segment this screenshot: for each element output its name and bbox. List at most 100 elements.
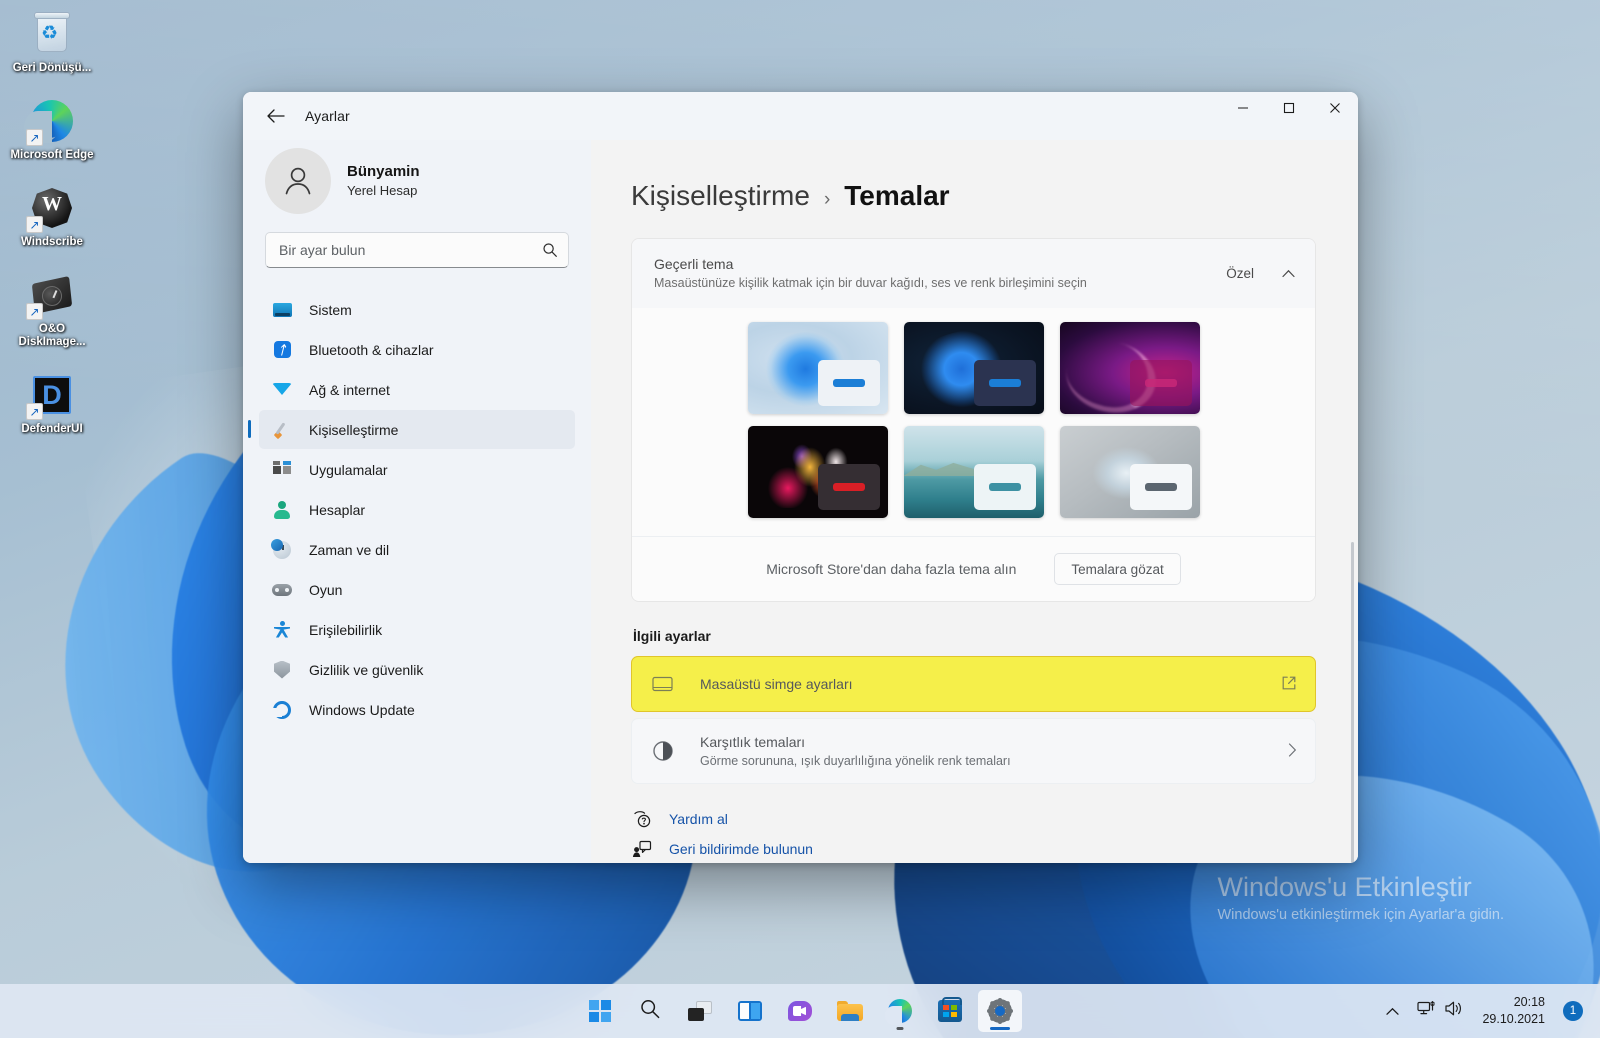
recycle-bin-icon: ♻ [28,10,76,58]
search-icon[interactable] [537,237,563,263]
settings-main: Kişiselleştirme › Temalar Geçerli tema M… [591,140,1358,863]
tray-notification-button[interactable]: 1 [1556,991,1590,1031]
person-icon [271,499,293,521]
current-theme-header[interactable]: Geçerli tema Masaüstünüze kişilik katmak… [632,239,1315,308]
desktop-icon-label: DefenderUI [21,423,83,435]
tray-expand-button[interactable] [1379,991,1406,1031]
sidebar-item-oyun[interactable]: Oyun [259,570,575,609]
current-theme-subtitle: Masaüstünüze kişilik katmak için bir duv… [654,276,1087,290]
breadcrumb: Kişiselleştirme › Temalar [631,180,1316,212]
sidebar-item-ag-internet[interactable]: Ağ & internet [259,370,575,409]
tray-time: 20:18 [1513,995,1545,1009]
main-scrollbar[interactable] [1351,542,1354,863]
theme-tile-flow-flower[interactable] [747,426,888,518]
related-setting-desktop-icon-settings[interactable]: Masaüstü simge ayarları [631,656,1316,712]
sidebar-item-gizlilik-ve-guvenlik[interactable]: Gizlilik ve güvenlik [259,650,575,689]
store-promo-row: Microsoft Store'dan daha fazla tema alın… [632,536,1315,601]
taskbar-settings-button[interactable] [978,990,1022,1032]
bluetooth-icon: ᛏ [271,339,293,361]
desktop-icon-label: O&O DiskImage... [18,323,86,348]
settings-sidebar: Bünyamin Yerel Hesap Bir ayar bulun Sist… [243,140,591,863]
sidebar-item-label: Ağ & internet [309,381,390,398]
task-view-icon [688,1001,712,1021]
search-input[interactable] [265,232,569,268]
feedback-link-row[interactable]: Geri bildirimde bulunun [631,840,1316,858]
sidebar-item-hesaplar[interactable]: Hesaplar [259,490,575,529]
help-link-label[interactable]: Yardım al [669,811,728,827]
windscribe-icon: W ↗ [26,184,76,233]
tray-clock-button[interactable]: 20:18 29.10.2021 [1475,991,1552,1031]
close-button[interactable] [1312,92,1358,124]
tray-network-volume-button[interactable] [1410,991,1471,1031]
theme-tile-glow-purple[interactable] [1059,322,1200,414]
theme-tile-windows-dark-bloom[interactable] [903,322,1044,414]
sidebar-item-windows-update[interactable]: Windows Update [259,690,575,729]
taskbar-chat-button[interactable] [778,990,822,1032]
taskbar-search-button[interactable] [628,990,672,1032]
minimize-button[interactable] [1220,92,1266,124]
sidebar-item-bluetooth-cihazlar[interactable]: ᛏ Bluetooth & cihazlar [259,330,575,369]
feedback-link-label[interactable]: Geri bildirimde bulunun [669,841,813,857]
desktop[interactable]: ♻ Geri Dönüşü... ↗ Microsoft Edge W ↗ Wi… [0,0,1600,1038]
sidebar-item-uygulamalar[interactable]: Uygulamalar [259,450,575,489]
window-titlebar[interactable]: Ayarlar [243,92,1358,140]
sidebar-item-label: Windows Update [309,701,415,718]
search-box[interactable] [265,232,569,268]
open-external-icon[interactable] [1281,675,1297,694]
desktop-icon [652,676,678,693]
settings-window[interactable]: Ayarlar Bünyamin Yerel Hesap Bir ayar bu… [243,92,1358,863]
breadcrumb-separator-icon: › [823,189,831,210]
network-icon [1417,1000,1437,1022]
maximize-button[interactable] [1266,92,1312,124]
help-link-row[interactable]: Yardım al [631,810,1316,828]
sidebar-item-sistem[interactable]: Sistem [259,290,575,329]
sidebar-item-erisilebilirlik[interactable]: Erişilebilirlik [259,610,575,649]
related-setting-title: Karşıtlık temaları [700,733,806,750]
desktop-icon-oo-diskimage[interactable]: ↗ O&O DiskImage... [6,271,98,349]
account-block[interactable]: Bünyamin Yerel Hesap [259,140,575,214]
search-icon [639,998,661,1025]
theme-tile-sunrise-grey-swirl[interactable] [1059,426,1200,518]
shortcut-arrow-icon: ↗ [26,129,43,146]
contrast-icon [652,740,678,762]
page-title: Temalar [844,180,950,211]
sidebar-item-label: Hesaplar [309,501,366,518]
widgets-icon [738,1001,762,1021]
taskbar-widgets-button[interactable] [728,990,772,1032]
folder-icon [837,1001,863,1021]
system-tray: 20:18 29.10.2021 1 [1379,984,1590,1038]
wifi-icon [271,379,293,401]
sidebar-item-label: Uygulamalar [309,461,388,478]
taskbar-task-view-button[interactable] [678,990,722,1032]
apps-icon [271,459,293,481]
sidebar-item-zaman-ve-dil[interactable]: Zaman ve dil [259,530,575,569]
help-links: Yardım al Geri bildirimde bulunun [631,810,1316,858]
desktop-icon-label: Windscribe [21,236,83,248]
back-button[interactable] [257,100,293,132]
sidebar-item-label: Bluetooth & cihazlar [309,341,434,358]
theme-tile-captured-motion-lake[interactable] [903,426,1044,518]
edge-icon [885,999,912,1025]
chevron-right-icon[interactable] [1288,742,1297,760]
desktop-icon-windscribe[interactable]: W ↗ Windscribe [6,184,98,249]
desktop-icon-microsoft-edge[interactable]: ↗ Microsoft Edge [6,97,98,162]
defenderui-icon: D ↗ [26,371,76,420]
sidebar-item-kisisellestirme[interactable]: Kişiselleştirme [248,410,575,449]
taskbar-file-explorer-button[interactable] [828,990,872,1032]
browse-themes-button[interactable]: Temalara gözat [1054,553,1181,585]
taskbar-microsoft-store-button[interactable] [928,990,972,1032]
theme-tile-windows-light-bloom[interactable] [747,322,888,414]
taskbar-edge-button[interactable] [878,990,922,1032]
edge-icon: ↗ [24,97,76,146]
taskbar-start-button[interactable] [578,990,622,1032]
desktop-icon-grid: ♻ Geri Dönüşü... ↗ Microsoft Edge W ↗ Wi… [6,10,102,436]
chevron-up-icon[interactable] [1282,267,1295,281]
breadcrumb-parent[interactable]: Kişiselleştirme [631,180,810,212]
current-theme-card: Geçerli tema Masaüstünüze kişilik katmak… [631,238,1316,602]
related-settings-title: İlgili ayarlar [633,628,711,644]
related-setting-contrast-themes[interactable]: Karşıtlık temaları Görme sorununa, ışık … [631,718,1316,784]
taskbar[interactable]: 20:18 29.10.2021 1 [0,984,1600,1038]
settings-nav: Sistem ᛏ Bluetooth & cihazlar Ağ & inter… [248,290,575,729]
desktop-icon-recycle-bin[interactable]: ♻ Geri Dönüşü... [6,10,98,75]
desktop-icon-defenderui[interactable]: D ↗ DefenderUI [6,371,98,436]
